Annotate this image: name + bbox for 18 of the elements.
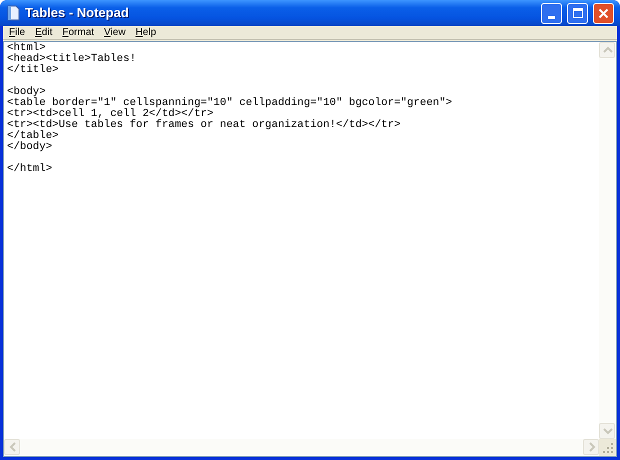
- menu-item[interactable]: Format: [62, 25, 94, 40]
- window-title: Tables - Notepad: [25, 4, 130, 22]
- scroll-left-button[interactable]: [4, 439, 20, 455]
- menu-item[interactable]: File: [9, 25, 26, 40]
- menu-item[interactable]: Help: [136, 25, 156, 40]
- minimize-button[interactable]: [541, 2, 562, 24]
- close-icon: [598, 8, 609, 18]
- notepad-icon: [6, 5, 20, 21]
- scroll-down-button[interactable]: [599, 423, 615, 439]
- scroll-right-button[interactable]: [583, 439, 599, 455]
- vertical-scrollbar[interactable]: [599, 42, 616, 439]
- horizontal-scrollbar[interactable]: [4, 439, 599, 456]
- menu-item[interactable]: View: [104, 25, 126, 40]
- close-button[interactable]: [593, 2, 614, 24]
- maximize-button[interactable]: [567, 2, 588, 24]
- scroll-up-button[interactable]: [599, 42, 615, 58]
- size-grip-icon[interactable]: [599, 439, 616, 456]
- menu-item[interactable]: Edit: [35, 25, 52, 40]
